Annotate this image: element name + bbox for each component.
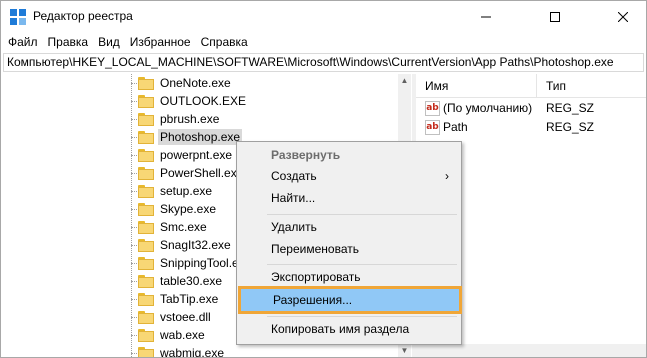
tree-item-label: powerpnt.exe (160, 148, 233, 162)
folder-icon (138, 202, 154, 216)
ctx-copy-key-name[interactable]: Копировать имя раздела (239, 318, 459, 340)
ctx-create[interactable]: Создать › (239, 165, 459, 187)
menu-separator (267, 316, 457, 317)
menu-help[interactable]: Справка (196, 32, 253, 52)
ctx-find[interactable]: Найти... (239, 187, 459, 209)
context-menu: Развернуть Создать › Найти... Удалить Пе… (236, 141, 462, 345)
tree-item-powerpnt[interactable]: powerpnt.exe (131, 146, 234, 164)
tree-item-label: OUTLOOK.EXE (160, 94, 247, 108)
folder-icon (138, 274, 154, 288)
maximize-button[interactable] (532, 1, 578, 32)
column-header-type[interactable]: Тип (536, 74, 646, 98)
tree-item-vstoee[interactable]: vstoee.dll (131, 308, 213, 326)
tree-item-label: OneNote.exe (160, 76, 231, 90)
tree-item-label: Skype.exe (160, 202, 217, 216)
tree-item-label: Smc.exe (160, 220, 207, 234)
folder-icon (138, 112, 154, 126)
tree-item-outlook[interactable]: OUTLOOK.EXE (131, 92, 248, 110)
tree-item-smc[interactable]: Smc.exe (131, 218, 209, 236)
value-name: (По умолчанию) (443, 101, 533, 115)
minimize-icon (481, 16, 491, 17)
ctx-export[interactable]: Экспортировать (239, 266, 459, 288)
value-name: Path (443, 120, 468, 134)
tree-item-skype[interactable]: Skype.exe (131, 200, 218, 218)
tree-item-snagit32[interactable]: SnagIt32.exe (131, 236, 233, 254)
folder-icon (138, 130, 154, 144)
value-type: REG_SZ (546, 120, 595, 134)
tree-item-label: PowerShell.exe (160, 166, 244, 180)
tree-item-table30[interactable]: table30.exe (131, 272, 224, 290)
tree-item-label: wab.exe (160, 328, 205, 342)
ctx-permissions[interactable]: Разрешения... (238, 286, 462, 314)
registry-editor-window: Редактор реестра Файл Правка Вид Избранн… (0, 0, 647, 358)
value-row-default[interactable]: ab (По умолчанию) REG_SZ (416, 99, 646, 118)
title-bar: Редактор реестра (1, 1, 646, 32)
folder-icon (138, 310, 154, 324)
tree-item-powershell[interactable]: PowerShell.exe (131, 164, 245, 182)
menu-separator (267, 264, 457, 265)
folder-icon (138, 220, 154, 234)
window-title: Редактор реестра (33, 9, 133, 23)
tree-item-label: setup.exe (160, 184, 213, 198)
submenu-arrow-icon: › (445, 169, 449, 183)
scroll-up-icon[interactable]: ▲ (398, 74, 411, 87)
value-row-path[interactable]: ab Path REG_SZ (416, 118, 646, 137)
tree-item-label: wabmig.exe (160, 346, 225, 357)
string-value-icon: ab (425, 120, 440, 135)
ctx-delete[interactable]: Удалить (239, 216, 459, 238)
list-header: Имя Тип (416, 74, 646, 98)
folder-icon (138, 76, 154, 90)
folder-icon (138, 94, 154, 108)
ctx-expand: Развернуть (271, 148, 341, 162)
folder-icon (138, 256, 154, 270)
close-icon (618, 11, 628, 22)
tree-item-setup[interactable]: setup.exe (131, 182, 214, 200)
close-button[interactable] (600, 1, 646, 32)
menu-bar: Файл Правка Вид Избранное Справка (1, 32, 646, 52)
menu-file[interactable]: Файл (3, 32, 43, 52)
tree-item-wabmig[interactable]: wabmig.exe (131, 344, 226, 357)
folder-icon (138, 328, 154, 342)
tree-connector-line (131, 74, 132, 357)
tree-item-label: TabTip.exe (160, 292, 219, 306)
folder-icon (138, 184, 154, 198)
registry-editor-icon (10, 9, 26, 25)
scroll-down-icon[interactable]: ▼ (398, 344, 411, 357)
column-header-name[interactable]: Имя (416, 74, 536, 98)
folder-icon (138, 166, 154, 180)
folder-icon (138, 238, 154, 252)
tree-item-label: table30.exe (160, 274, 223, 288)
tree-item-photoshop[interactable]: Photoshop.exe (131, 128, 243, 146)
ctx-create-label: Создать (271, 169, 317, 183)
tree-item-label: Photoshop.exe (158, 129, 243, 145)
address-bar[interactable]: Компьютер\HKEY_LOCAL_MACHINE\SOFTWARE\Mi… (3, 53, 644, 72)
tree-item-tabtip[interactable]: TabTip.exe (131, 290, 220, 308)
menu-separator (267, 214, 457, 215)
folder-icon (138, 346, 154, 357)
maximize-icon (550, 11, 560, 22)
value-type: REG_SZ (546, 101, 595, 115)
tree-item-wab[interactable]: wab.exe (131, 326, 207, 344)
menu-edit[interactable]: Правка (43, 32, 94, 52)
tree-item-label: SnagIt32.exe (160, 238, 231, 252)
ctx-rename[interactable]: Переименовать (239, 238, 459, 260)
folder-icon (138, 292, 154, 306)
tree-item-label: pbrush.exe (160, 112, 220, 126)
tree-item-pbrush[interactable]: pbrush.exe (131, 110, 221, 128)
menu-favorites[interactable]: Избранное (125, 32, 196, 52)
list-horizontal-scrollbar[interactable] (416, 344, 646, 357)
menu-view[interactable]: Вид (93, 32, 125, 52)
tree-item-onenote[interactable]: OneNote.exe (131, 74, 233, 92)
minimize-button[interactable] (463, 1, 509, 32)
tree-item-label: vstoee.dll (160, 310, 211, 324)
string-value-icon: ab (425, 101, 440, 116)
folder-icon (138, 148, 154, 162)
